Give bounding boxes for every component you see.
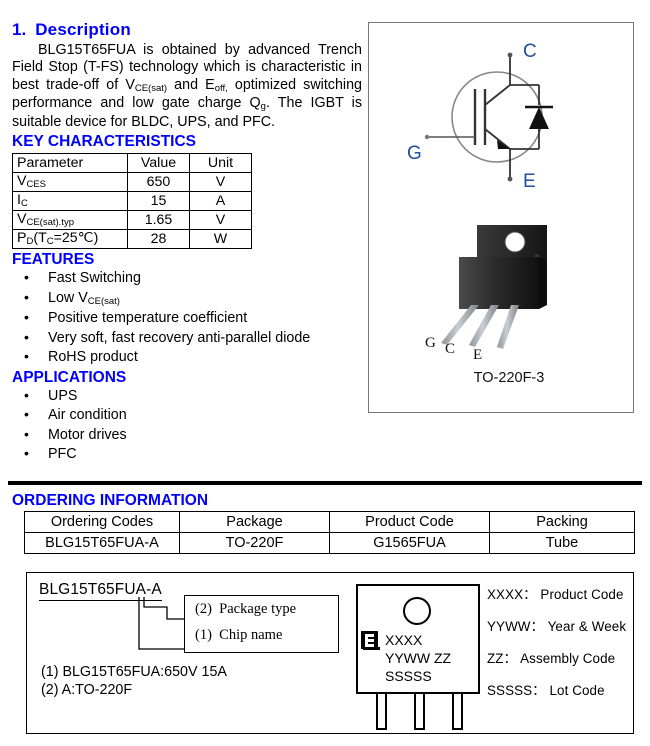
applications-heading: APPLICATIONS: [12, 368, 127, 386]
list-item: Fast Switching: [12, 268, 362, 289]
package-marking-drawing: XXXX YYWW ZZ SSSSS: [355, 583, 485, 736]
header-value: Value: [127, 153, 190, 174]
section-divider: [8, 481, 642, 485]
eoff-base: E: [205, 76, 215, 93]
section-title: Description: [35, 20, 131, 39]
description-mid1: and: [167, 76, 206, 93]
list-item: Air condition: [12, 405, 362, 426]
brand-logo-icon: [361, 631, 380, 650]
features-list: Fast Switching Low VCE(sat) Positive tem…: [12, 268, 362, 368]
value-vces: 650: [127, 172, 190, 193]
legend-year-week: YYWW： Year & Week: [487, 619, 627, 634]
legend-chip-name: (1) Chip name: [195, 627, 283, 643]
table-row: IC 15 A: [12, 191, 252, 212]
package-caption: TO-220F-3: [473, 370, 545, 386]
list-item: Positive temperature coefficient: [12, 308, 362, 329]
note-chip-name: (1) BLG15T65FUA:650V 15A: [41, 664, 227, 680]
cell-product-code: G1565FUA: [329, 532, 490, 554]
marking-line-1: XXXX: [385, 632, 423, 648]
legend-lot-code: SSSSS： Lot Code: [487, 683, 605, 698]
applications-list: UPS Air condition Motor drives PFC: [12, 386, 362, 465]
marking-information-box: BLG15T65FUA-A (2) Package type (1) Chip …: [26, 572, 634, 734]
table-row: VCES 650 V: [12, 172, 252, 193]
list-item: Very soft, fast recovery anti-parallel d…: [12, 328, 362, 349]
igbt-symbol-diagram: C G E: [397, 37, 597, 202]
value-ic: 15: [127, 191, 190, 212]
value-pd: 28: [127, 229, 190, 250]
qg-sub: g: [260, 101, 266, 113]
table-header-row: Ordering Codes Package Product Code Pack…: [24, 511, 635, 533]
package-photo: G C E TO-220F-3: [419, 213, 599, 386]
key-characteristics-heading: KEY CHARACTERISTICS: [12, 133, 197, 151]
unit-vcesat-typ: V: [189, 210, 252, 231]
list-item: RoHS product: [12, 347, 362, 368]
gate-label: G: [407, 143, 422, 164]
description-paragraph: BLG15T65FUA is obtained by advanced Tren…: [12, 42, 362, 131]
table-row: VCE(sat).typ 1.65 V: [12, 210, 252, 231]
part-number-legend-box: (2) Package type (1) Chip name: [184, 595, 339, 653]
marking-svg: XXXX YYWW ZZ SSSSS: [356, 584, 480, 730]
marking-legend: XXXX： Product Code YYWW： Year & Week ZZ：…: [487, 587, 626, 715]
param-vcesat-typ: VCE(sat).typ: [12, 210, 128, 231]
features-heading: FEATURES: [12, 251, 95, 269]
pin-label-g: G: [425, 335, 436, 351]
unit-pd: W: [189, 229, 252, 250]
header-packing: Packing: [489, 511, 635, 533]
list-item: Motor drives: [12, 425, 362, 446]
table-row: PD(TC=25℃) 28 W: [12, 229, 252, 250]
eoff-sub: off,: [214, 82, 228, 94]
table-header-row: Parameter Value Unit: [12, 153, 252, 174]
description-heading: 1. Description: [12, 20, 362, 40]
cell-package: TO-220F: [179, 532, 330, 554]
list-item: PFC: [12, 444, 362, 465]
param-vces: VCES: [12, 172, 128, 193]
value-vcesat-typ: 1.65: [127, 210, 190, 231]
unit-vces: V: [189, 172, 252, 193]
to220f-package-svg: G C E: [425, 225, 547, 363]
legend-assembly-code: ZZ： Assembly Code: [487, 651, 616, 666]
qg-base: Q: [249, 95, 261, 112]
marking-line-2: YYWW ZZ: [385, 650, 452, 666]
emitter-label: E: [523, 171, 536, 192]
param-pd: PD(TC=25℃): [12, 229, 128, 250]
key-characteristics-table: Parameter Value Unit VCES 650 V IC 15 A …: [12, 153, 252, 250]
header-package: Package: [179, 511, 330, 533]
igbt-symbol-svg: C G E: [407, 41, 553, 192]
table-row: BLG15T65FUA-A TO-220F G1565FUA Tube: [24, 532, 635, 554]
vce-sat-base: V: [125, 76, 135, 93]
ordering-information-heading: ORDERING INFORMATION: [12, 492, 209, 509]
vce-sat-sub: CE(sat): [134, 82, 168, 94]
pin-label-c: C: [445, 341, 455, 357]
part-number-notes: (1) BLG15T65FUA:650V 15A (2) A:TO-220F: [41, 663, 227, 699]
note-package: (2) A:TO-220F: [41, 682, 133, 698]
left-column: 1. Description BLG15T65FUA is obtained b…: [12, 20, 362, 465]
symbol-and-package-box: C G E G C E TO-220F-3: [368, 22, 634, 413]
header-unit: Unit: [189, 153, 252, 174]
header-ordering-codes: Ordering Codes: [24, 511, 180, 533]
cell-ordering-code: BLG15T65FUA-A: [24, 532, 180, 554]
unit-ic: A: [189, 191, 252, 212]
header-product-code: Product Code: [329, 511, 490, 533]
legend-package-type: (2) Package type: [195, 601, 297, 617]
marking-line-3: SSSSS: [385, 668, 432, 684]
header-parameter: Parameter: [12, 153, 128, 174]
datasheet-page: 1. Description BLG15T65FUA is obtained b…: [0, 0, 650, 746]
pin-label-e: E: [473, 347, 482, 363]
param-ic: IC: [12, 191, 128, 212]
list-item: UPS: [12, 386, 362, 407]
cell-packing: Tube: [489, 532, 635, 554]
ordering-information-table: Ordering Codes Package Product Code Pack…: [24, 511, 635, 554]
list-item: Low VCE(sat): [12, 288, 362, 310]
section-number: 1.: [12, 20, 27, 39]
collector-label: C: [523, 41, 537, 62]
legend-product-code: XXXX： Product Code: [487, 587, 624, 602]
